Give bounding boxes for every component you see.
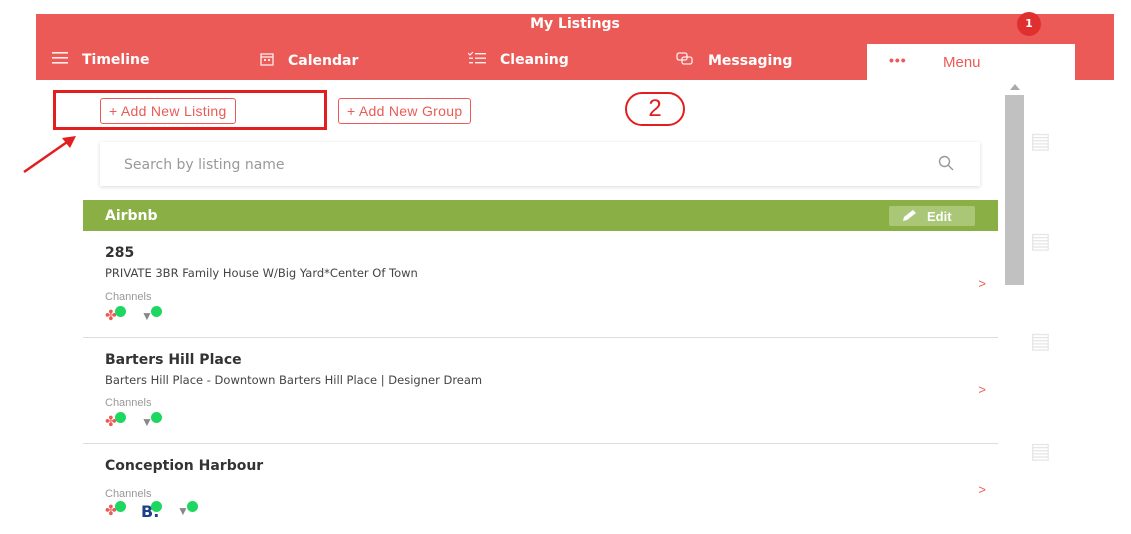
nav-cleaning[interactable]: Cleaning	[467, 51, 569, 68]
pencil-icon	[903, 210, 916, 221]
nav-timeline[interactable]: Timeline	[52, 52, 150, 68]
channels-label: Channels	[105, 291, 152, 303]
nav-cleaning-label: Cleaning	[500, 52, 569, 68]
background-icon: ▤	[1030, 328, 1051, 353]
background-icon: ▤	[1030, 128, 1051, 153]
chevron-right-icon[interactable]: >	[978, 382, 986, 397]
notification-badge: 1	[1017, 12, 1041, 36]
nav-timeline-label: Timeline	[82, 52, 150, 68]
listing-row[interactable]: 285 PRIVATE 3BR Family House W/Big Yard*…	[83, 231, 998, 338]
calendar-icon	[260, 52, 274, 70]
airbnb-icon: ✤	[105, 501, 129, 520]
search-icon[interactable]	[938, 155, 954, 176]
booking-icon: B.	[141, 501, 165, 521]
checklist-icon	[467, 51, 486, 68]
chevron-right-icon[interactable]: >	[978, 276, 986, 291]
menu-tab[interactable]: ••• Menu	[867, 44, 1075, 80]
background-icon: ▤	[1030, 228, 1051, 253]
scrollbar-thumb[interactable]	[1005, 95, 1024, 285]
scroll-up-icon[interactable]	[1010, 84, 1020, 90]
channels-label: Channels	[105, 397, 152, 409]
listing-subtitle: PRIVATE 3BR Family House W/Big Yard*Cent…	[105, 266, 418, 280]
group-name: Airbnb	[105, 208, 158, 224]
header-bar: My Listings Timeline Calendar Cleaning M…	[36, 12, 1114, 80]
edit-group-button[interactable]: Edit	[889, 206, 975, 226]
chevron-right-icon[interactable]: >	[978, 482, 986, 497]
page-title: My Listings	[530, 16, 620, 32]
scrollbar[interactable]	[1002, 80, 1027, 534]
listing-title: 285	[105, 245, 135, 261]
listing-subtitle: Barters Hill Place - Downtown Barters Hi…	[105, 373, 483, 387]
nav-messaging[interactable]: Messaging	[676, 52, 792, 70]
chat-icon	[676, 52, 694, 70]
search-box[interactable]: Search by listing name	[100, 142, 980, 186]
vrbo-icon: ▼	[141, 306, 165, 325]
add-new-group-button[interactable]: + Add New Group	[338, 98, 472, 124]
nav-calendar[interactable]: Calendar	[260, 52, 358, 70]
listing-title: Conception Harbour	[105, 458, 264, 474]
background-icon: ▤	[1030, 438, 1051, 463]
channel-icons: ✤ ▼	[105, 306, 165, 325]
channels-label: Channels	[105, 488, 152, 500]
more-icon: •••	[889, 52, 907, 68]
edit-label: Edit	[927, 209, 952, 224]
menu-label: Menu	[943, 54, 981, 71]
vrbo-icon: ▼	[177, 501, 201, 520]
highlight-box	[53, 90, 327, 130]
listing-title: Barters Hill Place	[105, 352, 242, 368]
airbnb-icon: ✤	[105, 306, 129, 325]
airbnb-icon: ✤	[105, 412, 129, 431]
nav-messaging-label: Messaging	[708, 53, 793, 69]
listing-row[interactable]: Conception Harbour Channels ✤ B. ▼ >	[83, 444, 998, 534]
group-header: Airbnb Edit	[83, 200, 998, 231]
nav-calendar-label: Calendar	[288, 53, 359, 69]
search-input[interactable]: Search by listing name	[124, 157, 285, 173]
pointer-arrow-icon	[23, 136, 76, 174]
list-icon	[52, 52, 68, 68]
channel-icons: ✤ B. ▼	[105, 501, 201, 521]
channel-icons: ✤ ▼	[105, 412, 165, 431]
listing-row[interactable]: Barters Hill Place Barters Hill Place - …	[83, 338, 998, 444]
step-number-badge: 2	[625, 92, 685, 126]
vrbo-icon: ▼	[141, 412, 165, 431]
